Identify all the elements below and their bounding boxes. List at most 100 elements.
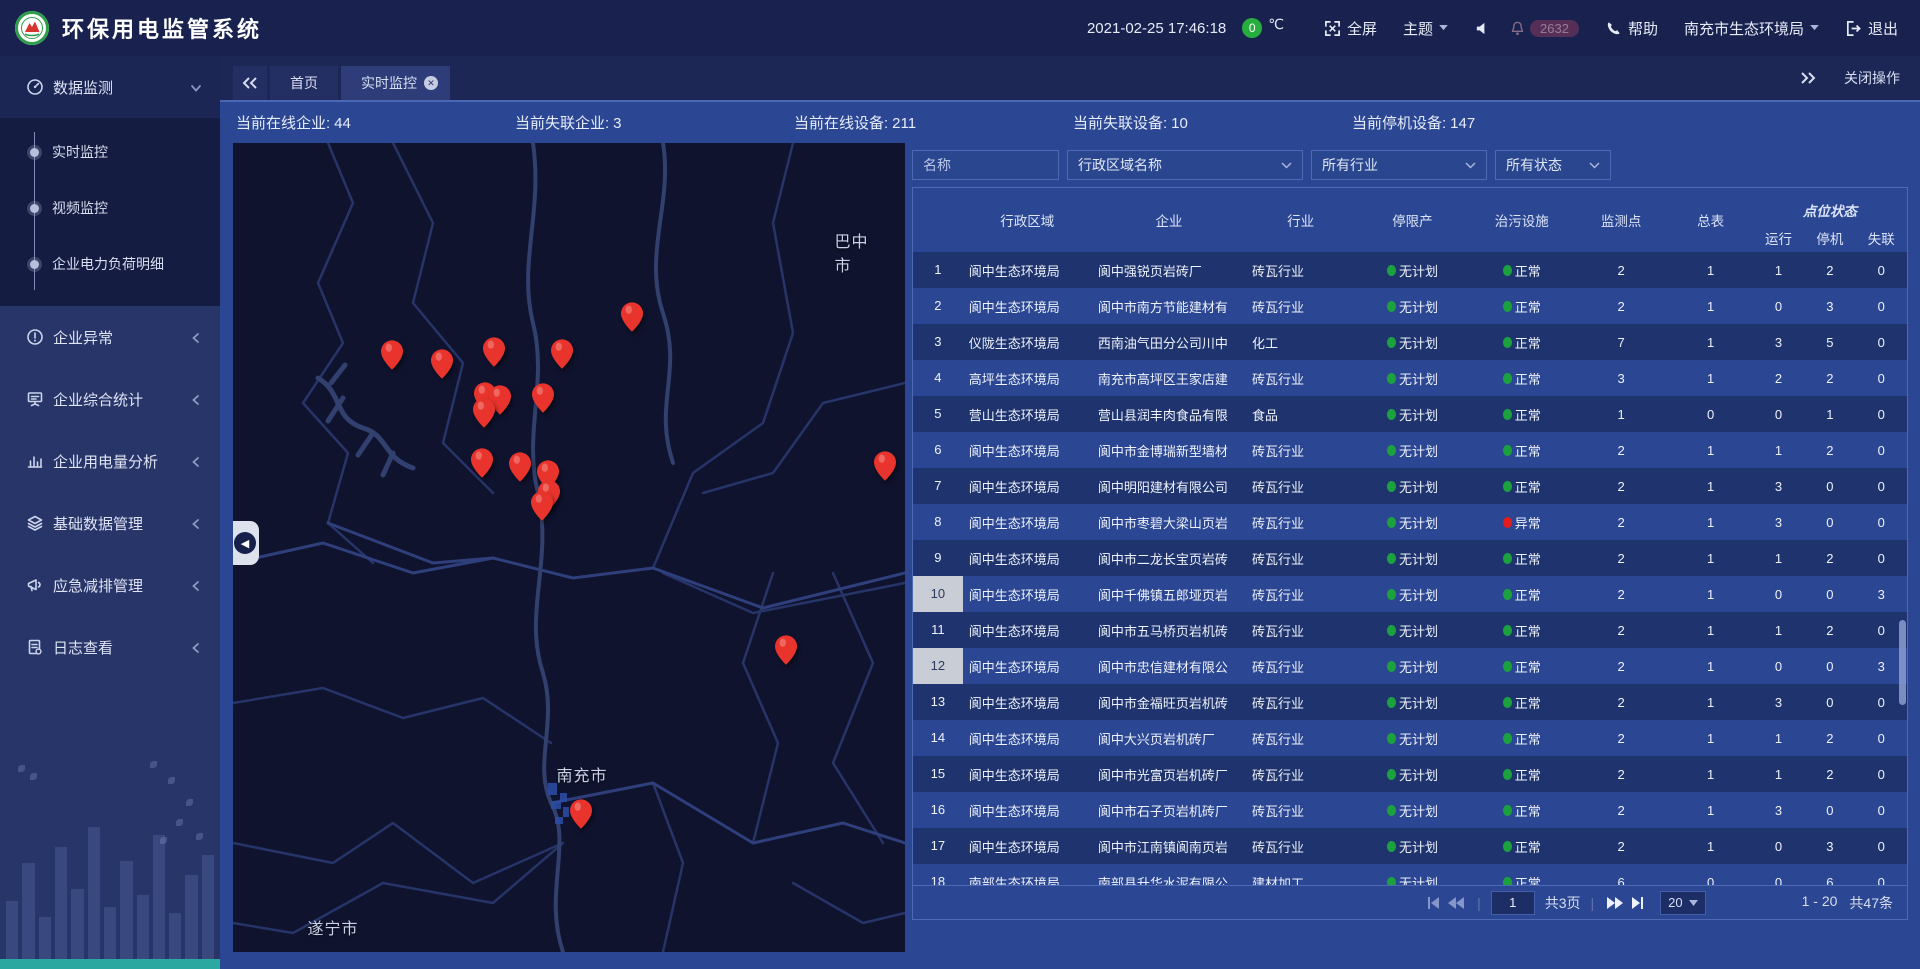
status-dot-icon xyxy=(1503,697,1512,708)
status-dot-icon xyxy=(1387,733,1396,744)
exit-button[interactable]: 退出 xyxy=(1845,18,1898,39)
cell-treat-status: 正常 xyxy=(1470,441,1574,460)
theme-menu[interactable]: 主题 xyxy=(1403,18,1448,39)
table-row[interactable]: 7阆中生态环境局阆中明阳建材有限公司砖瓦行业无计划正常21300 xyxy=(913,468,1907,504)
map-marker[interactable] xyxy=(473,398,495,428)
next-page-button[interactable] xyxy=(1604,892,1626,914)
map-marker[interactable] xyxy=(509,452,531,482)
map-canvas[interactable]: 巴中市南充市遂宁市 ◀ xyxy=(233,143,905,952)
chevron-left-icon: ◀ xyxy=(234,532,256,554)
map-marker[interactable] xyxy=(531,491,553,521)
table-row[interactable]: 18南部生态环境局南部县升华水泥有限公建材加工无计划正常60060 xyxy=(913,864,1907,885)
sidebar-item-label: 企业异常 xyxy=(53,327,190,348)
name-search-input[interactable] xyxy=(912,150,1059,180)
help-button[interactable]: 帮助 xyxy=(1605,18,1658,39)
page-number-input[interactable] xyxy=(1491,891,1535,915)
panel-collapse-toggle[interactable]: ◀ xyxy=(233,521,259,565)
sidebar-item[interactable]: 企业用电量分析 xyxy=(0,430,220,492)
cell-lost-count: 0 xyxy=(1856,767,1907,782)
table-row[interactable]: 3仪陇生态环境局西南油气田分公司川中化工无计划正常71350 xyxy=(913,324,1907,360)
table-row[interactable]: 12阆中生态环境局阆中市忠信建材有限公砖瓦行业无计划正常21003 xyxy=(913,648,1907,684)
sidebar-item[interactable]: 基础数据管理 xyxy=(0,492,220,554)
table-row[interactable]: 17阆中生态环境局阆中市江南镇阆南页岩砖瓦行业无计划正常21030 xyxy=(913,828,1907,864)
col-header-region: 行政区域 xyxy=(963,188,1092,252)
region-select[interactable]: 行政区域名称 xyxy=(1067,150,1303,180)
map-marker[interactable] xyxy=(551,339,573,369)
tab-home[interactable]: 首页 xyxy=(270,66,338,100)
table-row[interactable]: 1阆中生态环境局阆中强锐页岩砖厂砖瓦行业无计划正常21120 xyxy=(913,252,1907,288)
cell-company: 阆中市五马桥页岩机砖 xyxy=(1092,621,1246,640)
table-row[interactable]: 5营山生态环境局营山县润丰肉食品有限食品无计划正常10010 xyxy=(913,396,1907,432)
status-dot-icon xyxy=(1503,517,1512,528)
table-row[interactable]: 11阆中生态环境局阆中市五马桥页岩机砖砖瓦行业无计划正常21120 xyxy=(913,612,1907,648)
cell-region: 阆中生态环境局 xyxy=(963,477,1092,496)
table-row[interactable]: 6阆中生态环境局阆中市金博瑞新型墙材砖瓦行业无计划正常21120 xyxy=(913,432,1907,468)
map-marker[interactable] xyxy=(483,337,505,367)
cell-halt-count: 2 xyxy=(1804,731,1855,746)
cell-treat-status: 正常 xyxy=(1470,261,1574,280)
cell-region: 阆中生态环境局 xyxy=(963,297,1092,316)
cell-run-count: 0 xyxy=(1753,875,1804,886)
sidebar-item[interactable]: 日志查看 xyxy=(0,616,220,678)
cell-lost-count: 0 xyxy=(1856,731,1907,746)
map-marker[interactable] xyxy=(874,451,896,481)
notification-area[interactable]: 2632 xyxy=(1509,20,1579,37)
map-marker[interactable] xyxy=(431,349,453,379)
cell-treat-status: 正常 xyxy=(1470,333,1574,352)
page-size-select[interactable]: 20 xyxy=(1660,891,1705,915)
close-operations-button[interactable]: 关闭操作 xyxy=(1844,68,1900,88)
tabs-scroll-right-button[interactable] xyxy=(1800,72,1816,84)
sidebar-item[interactable]: 应急减排管理 xyxy=(0,554,220,616)
cell-industry: 砖瓦行业 xyxy=(1246,585,1355,604)
map-marker[interactable] xyxy=(570,799,592,829)
cell-run-count: 3 xyxy=(1753,803,1804,818)
stat-label: 当前在线设备: xyxy=(794,115,888,132)
chevron-left-icon xyxy=(190,517,202,529)
sidebar-subitem[interactable]: 实时监控 xyxy=(0,124,220,180)
cell-industry: 砖瓦行业 xyxy=(1246,801,1355,820)
table-row[interactable]: 8阆中生态环境局阆中市枣碧大梁山页岩砖瓦行业无计划异常21300 xyxy=(913,504,1907,540)
map-marker[interactable] xyxy=(532,383,554,413)
speaker-button[interactable] xyxy=(1474,20,1491,37)
cell-halt-count: 2 xyxy=(1804,443,1855,458)
map-marker[interactable] xyxy=(471,448,493,478)
table-row[interactable]: 15阆中生态环境局阆中市光富页岩机砖厂砖瓦行业无计划正常21120 xyxy=(913,756,1907,792)
sidebar-item[interactable]: 企业综合统计 xyxy=(0,368,220,430)
industry-select[interactable]: 所有行业 xyxy=(1311,150,1487,180)
sidebar-item[interactable]: 数据监测 xyxy=(0,56,220,118)
chevron-down-icon xyxy=(1465,162,1476,169)
map-marker[interactable] xyxy=(381,340,403,370)
sidebar-subitem[interactable]: 视频监控 xyxy=(0,180,220,236)
tab-close-icon[interactable]: ✕ xyxy=(424,76,438,90)
table-row[interactable]: 16阆中生态环境局阆中市石子页岩机砖厂砖瓦行业无计划正常21300 xyxy=(913,792,1907,828)
table-row[interactable]: 4高坪生态环境局南充市高坪区王家店建砖瓦行业无计划正常31220 xyxy=(913,360,1907,396)
status-dot-icon xyxy=(1503,445,1512,456)
table-row[interactable]: 13阆中生态环境局阆中市金福旺页岩机砖砖瓦行业无计划正常21300 xyxy=(913,684,1907,720)
first-page-button[interactable] xyxy=(1423,892,1445,914)
last-page-button[interactable] xyxy=(1626,892,1648,914)
chevron-left-icon xyxy=(190,579,202,591)
tab-realtime-monitor[interactable]: 实时监控 ✕ xyxy=(341,66,450,100)
table-row[interactable]: 10阆中生态环境局阆中千佛镇五郎垭页岩砖瓦行业无计划正常21003 xyxy=(913,576,1907,612)
sidebar-item[interactable]: 企业异常 xyxy=(0,306,220,368)
table-row[interactable]: 9阆中生态环境局阆中市二龙长宝页岩砖砖瓦行业无计划正常21120 xyxy=(913,540,1907,576)
stat-value: 10 xyxy=(1171,115,1188,132)
tabs-scroll-left-button[interactable] xyxy=(233,66,267,100)
cell-industry: 食品 xyxy=(1246,405,1355,424)
col-header-stop: 停限产 xyxy=(1355,188,1469,252)
table-scrollbar[interactable] xyxy=(1899,620,1906,705)
table-row[interactable]: 14阆中生态环境局阆中大兴页岩机砖厂砖瓦行业无计划正常21120 xyxy=(913,720,1907,756)
total-rows-label: 共47条 xyxy=(1849,893,1893,913)
status-select[interactable]: 所有状态 xyxy=(1495,150,1611,180)
map-marker[interactable] xyxy=(775,635,797,665)
table-row[interactable]: 2阆中生态环境局阆中市南方节能建材有砖瓦行业无计划正常21030 xyxy=(913,288,1907,324)
fullscreen-button[interactable]: 全屏 xyxy=(1324,18,1377,39)
map-marker[interactable] xyxy=(621,302,643,332)
org-menu[interactable]: 南充市生态环境局 xyxy=(1684,18,1819,39)
sidebar-subitem[interactable]: 企业电力负荷明细 xyxy=(0,236,220,292)
cell-treat-status: 正常 xyxy=(1470,369,1574,388)
cell-region: 阆中生态环境局 xyxy=(963,585,1092,604)
prev-page-button[interactable] xyxy=(1445,892,1467,914)
cell-halt-count: 3 xyxy=(1804,839,1855,854)
cell-industry: 砖瓦行业 xyxy=(1246,513,1355,532)
